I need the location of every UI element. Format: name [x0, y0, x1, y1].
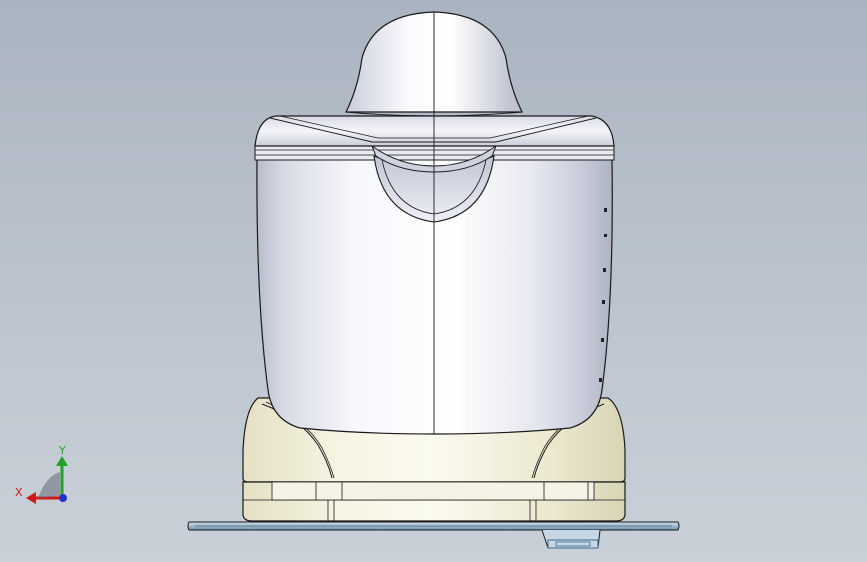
- y-axis-label: Y: [58, 444, 66, 457]
- x-axis-label: X: [15, 486, 23, 499]
- bottom-clip: [541, 529, 601, 549]
- lid: [254, 115, 615, 147]
- model-viewport[interactable]: Y X: [0, 0, 867, 562]
- base-plate: [187, 521, 680, 531]
- y-axis-arrowhead: [56, 456, 68, 466]
- reference-triad: Y X: [15, 444, 68, 504]
- triad-plane: [38, 472, 60, 498]
- z-axis-dot: [59, 494, 67, 502]
- x-axis-arrowhead: [26, 492, 36, 504]
